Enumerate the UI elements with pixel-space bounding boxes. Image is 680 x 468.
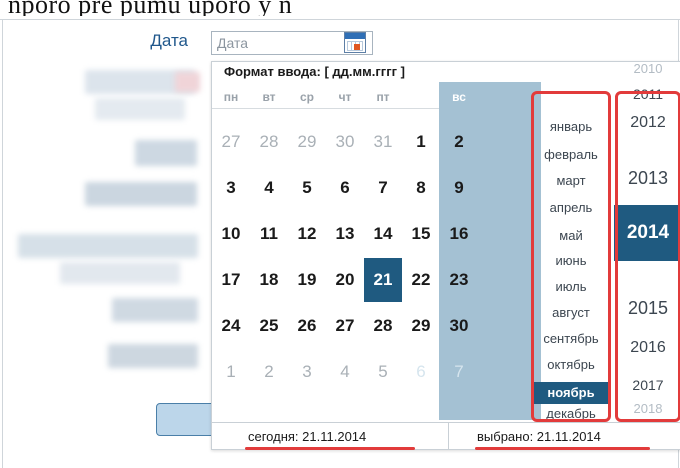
blurred-field — [108, 344, 198, 368]
day-cell[interactable]: 24 — [212, 304, 250, 348]
blurred-field — [135, 140, 197, 166]
day-cell[interactable]: 2 — [250, 350, 288, 394]
cropped-heading-text: nporo pre pumu uporo y n — [8, 0, 293, 16]
day-cell[interactable]: 6 — [402, 350, 440, 394]
day-cell[interactable]: 3 — [288, 350, 326, 394]
day-cell[interactable]: 5 — [364, 350, 402, 394]
day-cell[interactable]: 11 — [250, 212, 288, 256]
day-cell[interactable]: 12 — [288, 212, 326, 256]
day-cell[interactable]: 18 — [250, 258, 288, 302]
format-hint: Формат ввода: [ дд.мм.гггг ] — [224, 64, 405, 79]
month-highlight-box — [531, 91, 611, 422]
day-cell[interactable]: 6 — [326, 166, 364, 210]
year-item[interactable]: 2010 — [614, 61, 680, 76]
day-cell[interactable]: 28 — [364, 304, 402, 348]
day-cell[interactable]: 1 — [402, 120, 440, 164]
weekday-1: вт — [262, 90, 276, 104]
year-highlight-box — [615, 91, 680, 422]
today-underline — [245, 447, 415, 450]
day-cell[interactable]: 4 — [250, 166, 288, 210]
calendar-button[interactable] — [344, 32, 366, 53]
day-cell[interactable]: 29 — [402, 304, 440, 348]
day-cell[interactable]: 7 — [364, 166, 402, 210]
day-cell[interactable]: 2 — [440, 120, 478, 164]
day-cell[interactable]: 4 — [326, 350, 364, 394]
day-cell[interactable]: 20 — [326, 258, 364, 302]
form-border-top — [0, 19, 680, 20]
weekday-0: пн — [223, 90, 239, 104]
selected-link[interactable]: выбрано: 21.11.2014 — [477, 429, 601, 444]
day-cell[interactable]: 14 — [364, 212, 402, 256]
day-cell[interactable]: 30 — [440, 304, 478, 348]
day-cell[interactable]: 8 — [402, 166, 440, 210]
day-cell[interactable]: 3 — [212, 166, 250, 210]
date-field-label: Дата — [150, 31, 188, 50]
blurred-field — [85, 182, 197, 206]
blurred-field — [95, 98, 185, 120]
day-cell-selected[interactable]: 21 — [364, 258, 402, 302]
weekday-3: чт — [338, 90, 352, 104]
day-cell[interactable]: 16 — [440, 212, 478, 256]
day-cell[interactable]: 10 — [212, 212, 250, 256]
day-cell[interactable]: 9 — [440, 166, 478, 210]
day-cell[interactable]: 30 — [326, 120, 364, 164]
datepicker-popup: Формат ввода: [ дд.мм.гггг ] пн вт ср чт пт с… — [211, 61, 680, 450]
day-cell[interactable]: 25 — [250, 304, 288, 348]
day-cell[interactable]: 7 — [440, 350, 478, 394]
day-cell[interactable]: 23 — [440, 258, 478, 302]
weekday-6: вс — [452, 90, 466, 104]
day-cell[interactable]: 29 — [288, 120, 326, 164]
weekday-2: ср — [299, 90, 314, 104]
datepicker-footer: сегодня: 21.11.2014 выбрано: 21.11.2014 — [212, 422, 680, 450]
day-cell[interactable]: 22 — [402, 258, 440, 302]
day-cell[interactable]: 13 — [326, 212, 364, 256]
day-cell[interactable]: 28 — [250, 120, 288, 164]
blurred-field — [60, 262, 180, 284]
day-cell[interactable]: 31 — [364, 120, 402, 164]
form-border-left — [2, 19, 3, 468]
form-submit-button[interactable] — [156, 403, 216, 436]
calendar-icon — [345, 33, 365, 39]
day-cell[interactable]: 27 — [212, 120, 250, 164]
blurred-field — [175, 72, 200, 92]
blurred-field — [112, 298, 198, 322]
weekday-5: сб — [414, 90, 428, 104]
day-cell[interactable]: 26 — [288, 304, 326, 348]
day-cell[interactable]: 15 — [402, 212, 440, 256]
day-cell[interactable]: 19 — [288, 258, 326, 302]
weekday-4: пт — [376, 90, 390, 104]
day-cell[interactable]: 17 — [212, 258, 250, 302]
today-link[interactable]: сегодня: 21.11.2014 — [248, 429, 366, 444]
blurred-field — [18, 234, 198, 258]
day-cell[interactable]: 1 — [212, 350, 250, 394]
day-cell[interactable]: 5 — [288, 166, 326, 210]
selected-underline — [475, 447, 650, 450]
day-cell[interactable]: 27 — [326, 304, 364, 348]
